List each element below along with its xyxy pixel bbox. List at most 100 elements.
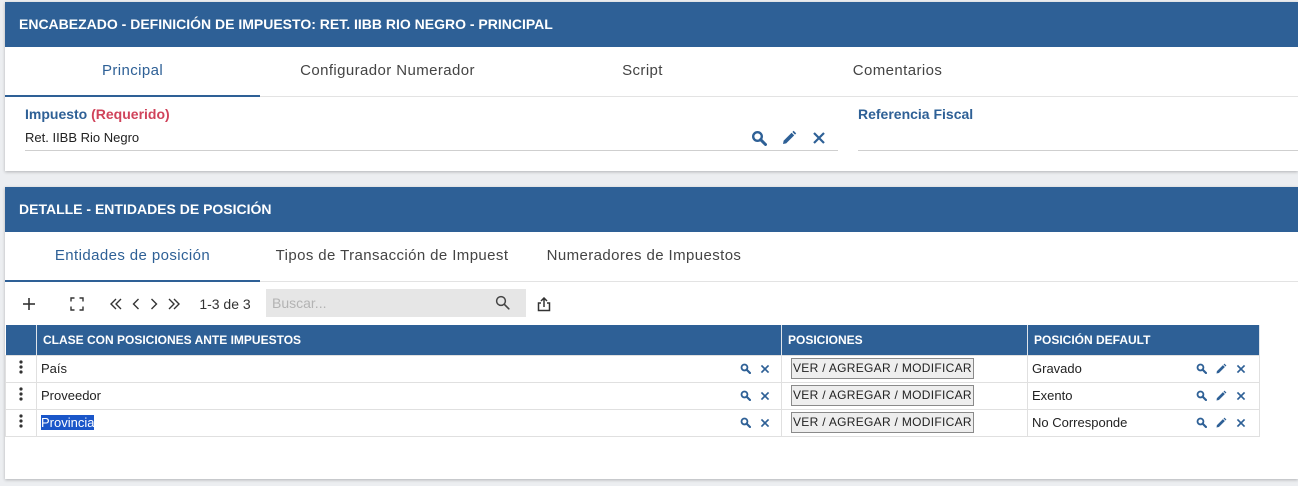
tab-comentarios[interactable]: Comentarios — [770, 47, 1025, 97]
clase-value: Provincia — [41, 415, 95, 430]
detail-tab-bar: Entidades de posición Tipos de Transacci… — [5, 232, 1298, 282]
clase-cell[interactable]: Provincia — [36, 408, 782, 437]
prev-page-icon — [132, 298, 139, 310]
close-icon — [1236, 418, 1246, 427]
pagination-info: 1-3 de 3 — [199, 296, 251, 312]
prev-page-button[interactable] — [130, 283, 142, 325]
impuesto-edit-button[interactable] — [778, 127, 800, 149]
default-clear-button[interactable] — [1233, 361, 1249, 377]
grid-search-input[interactable] — [266, 289, 526, 317]
search-icon — [740, 363, 751, 374]
ver-agregar-modificar-button[interactable]: VER / AGREGAR / MODIFICAR — [791, 358, 974, 379]
default-clear-button[interactable] — [1233, 415, 1249, 431]
clase-search-button[interactable] — [737, 415, 753, 431]
table-row[interactable]: Provincia VER / AGREGAR / MODIFICAR No Cor… — [5, 408, 1260, 437]
tab-configurador-numerador[interactable]: Configurador Numerador — [260, 47, 515, 97]
tab-entidades-de-posicion[interactable]: Entidades de posición — [5, 232, 260, 282]
column-header-clase[interactable]: CLASE CON POSICIONES ANTE IMPUESTOS — [36, 325, 782, 355]
grid-toolbar: 1-3 de 3 — [5, 283, 1298, 325]
impuesto-clear-button[interactable] — [808, 127, 830, 149]
ver-agregar-modificar-button[interactable]: VER / AGREGAR / MODIFICAR — [791, 412, 974, 433]
posicion-default-value: No Corresponde — [1032, 415, 1128, 430]
close-icon — [760, 364, 770, 373]
detail-panel-title: DETALLE - ENTIDADES DE POSICIÓN — [5, 187, 1298, 232]
impuesto-label: Impuesto (Requerido) — [25, 106, 170, 122]
search-icon — [1196, 417, 1207, 428]
next-page-button[interactable] — [148, 283, 160, 325]
table-row[interactable]: País VER / AGREGAR / MODIFICAR Gravado — [5, 354, 1260, 383]
default-search-button[interactable] — [1193, 361, 1209, 377]
grid-header-row: CLASE CON POSICIONES ANTE IMPUESTOS POSI… — [5, 325, 1260, 355]
tab-principal[interactable]: Principal — [5, 47, 260, 97]
search-icon — [1196, 390, 1207, 401]
impuesto-field-underline — [25, 150, 838, 151]
required-marker: (Requerido) — [91, 106, 170, 122]
referencia-fiscal-label: Referencia Fiscal — [858, 106, 974, 122]
first-page-button[interactable] — [109, 283, 123, 325]
ver-agregar-modificar-button[interactable]: VER / AGREGAR / MODIFICAR — [791, 385, 974, 406]
posicion-default-cell[interactable]: Gravado — [1027, 354, 1260, 383]
impuesto-field[interactable]: Ret. IIBB Rio Negro — [25, 130, 139, 145]
search-icon — [1196, 363, 1207, 374]
default-edit-button[interactable] — [1213, 388, 1229, 404]
add-icon — [23, 298, 35, 310]
last-page-button[interactable] — [167, 283, 181, 325]
expand-icon — [70, 297, 84, 311]
referencia-field-underline — [858, 150, 1298, 151]
edit-icon — [783, 130, 797, 144]
close-icon — [1236, 391, 1246, 400]
edit-icon — [1216, 390, 1227, 400]
row-menu-icon — [19, 360, 23, 374]
next-page-icon — [151, 298, 158, 310]
clase-cell[interactable]: Proveedor — [36, 381, 782, 410]
row-menu-cell[interactable] — [5, 354, 37, 383]
default-clear-button[interactable] — [1233, 388, 1249, 404]
close-icon — [1236, 364, 1246, 373]
posicion-default-cell[interactable]: No Corresponde — [1027, 408, 1260, 437]
tab-tipos-de-transaccion[interactable]: Tipos de Transacción de Impuest — [267, 232, 517, 282]
posicion-default-value: Gravado — [1032, 361, 1082, 376]
default-edit-button[interactable] — [1213, 415, 1229, 431]
edit-icon — [1216, 363, 1227, 373]
impuesto-search-button[interactable] — [748, 127, 770, 149]
column-header-posicion-default[interactable]: POSICIÓN DEFAULT — [1027, 325, 1260, 355]
header-tab-bar: Principal Configurador Numerador Script … — [5, 47, 1298, 97]
clase-clear-button[interactable] — [757, 361, 773, 377]
row-menu-cell[interactable] — [5, 381, 37, 410]
row-menu-header — [5, 325, 37, 355]
table-row[interactable]: Proveedor VER / AGREGAR / MODIFICAR Exento — [5, 381, 1260, 410]
clase-search-button[interactable] — [737, 361, 753, 377]
close-icon — [760, 418, 770, 427]
clase-search-button[interactable] — [737, 388, 753, 404]
grid-search-button[interactable] — [495, 295, 511, 311]
posiciones-cell: VER / AGREGAR / MODIFICAR — [781, 354, 1028, 383]
default-search-button[interactable] — [1193, 415, 1209, 431]
search-icon — [751, 130, 767, 146]
add-row-button[interactable] — [19, 283, 39, 325]
entidades-grid: CLASE CON POSICIONES ANTE IMPUESTOS POSI… — [5, 325, 1260, 437]
posiciones-cell: VER / AGREGAR / MODIFICAR — [781, 381, 1028, 410]
column-header-posiciones[interactable]: POSICIONES — [781, 325, 1028, 355]
header-panel-title: ENCABEZADO - DEFINICIÓN DE IMPUESTO: RET… — [5, 2, 1298, 47]
row-menu-icon — [19, 414, 23, 428]
row-menu-cell[interactable] — [5, 408, 37, 437]
clase-clear-button[interactable] — [757, 388, 773, 404]
expand-button[interactable] — [67, 283, 87, 325]
tab-script[interactable]: Script — [515, 47, 770, 97]
detail-panel: DETALLE - ENTIDADES DE POSICIÓN Entidade… — [5, 187, 1298, 479]
default-search-button[interactable] — [1193, 388, 1209, 404]
posicion-default-cell[interactable]: Exento — [1027, 381, 1260, 410]
posicion-default-value: Exento — [1032, 388, 1073, 403]
last-page-icon — [168, 298, 180, 310]
export-button[interactable] — [533, 283, 555, 325]
tab-numeradores-de-impuestos[interactable]: Numeradores de Impuestos — [535, 232, 753, 282]
clase-clear-button[interactable] — [757, 415, 773, 431]
export-icon — [537, 296, 551, 311]
impuesto-label-text: Impuesto — [25, 106, 88, 122]
default-edit-button[interactable] — [1213, 361, 1229, 377]
close-icon — [813, 132, 825, 144]
edit-icon — [1216, 417, 1227, 427]
search-icon — [495, 295, 510, 310]
clase-cell[interactable]: País — [36, 354, 782, 383]
posiciones-cell: VER / AGREGAR / MODIFICAR — [781, 408, 1028, 437]
